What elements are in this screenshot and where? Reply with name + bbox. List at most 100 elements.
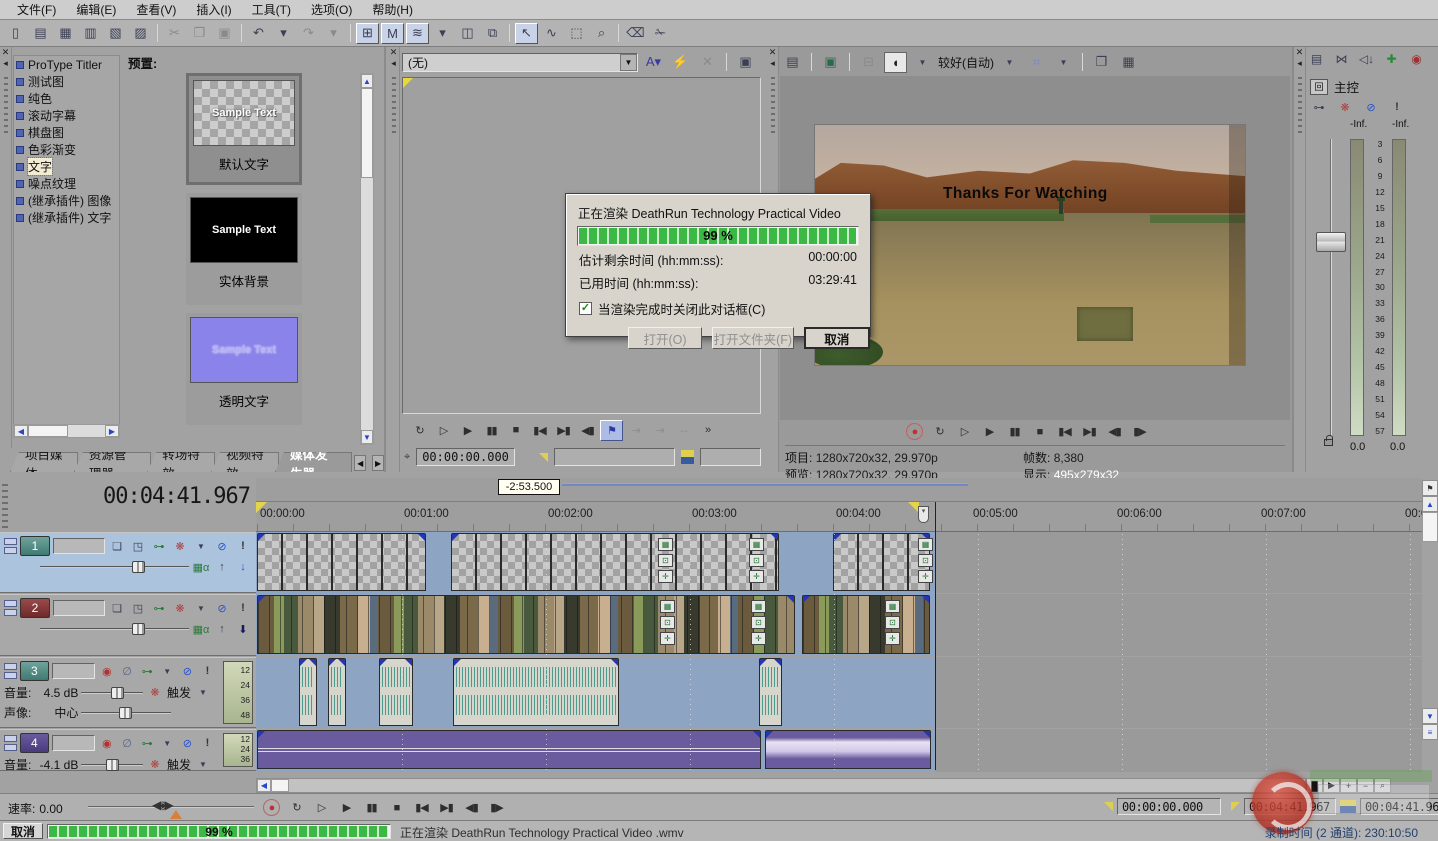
close-icon[interactable]: ✕ <box>767 47 778 58</box>
step-1-icon[interactable]: ⇥ <box>624 420 647 441</box>
copy-icon[interactable]: ❐ <box>188 23 211 44</box>
loop-playback-icon[interactable]: ↻ <box>928 421 951 442</box>
composite-level-slider[interactable] <box>40 560 189 574</box>
chevron-down-icon[interactable]: ▼ <box>192 538 210 554</box>
edit-details-icon[interactable]: ▨ <box>129 23 152 44</box>
chevron-down-icon[interactable]: ▼ <box>159 663 176 679</box>
zoom-edit-tool-icon[interactable]: ⌕ <box>590 23 613 44</box>
cancel-render-button[interactable]: 取消 <box>3 823 43 839</box>
plugin-icon[interactable]: ✛ <box>749 570 764 583</box>
generator-item-8[interactable]: (继承插件) 图像 <box>14 192 119 209</box>
track-fx-icon[interactable]: ⊶ <box>139 663 156 679</box>
timeline-clip[interactable]: ▦⊡✛ <box>833 533 930 591</box>
collapse-icon[interactable]: ◂ <box>0 58 11 69</box>
loop-start-marker[interactable] <box>256 502 267 513</box>
preset-item-2[interactable]: Sample Text透明文字 <box>186 313 302 425</box>
alpha-film-icon[interactable]: ▦α <box>192 621 210 637</box>
previous-frame-icon[interactable]: ◀▮ <box>1103 421 1126 442</box>
timeline-clip[interactable] <box>257 533 426 591</box>
scroll-right-icon[interactable]: ▶ <box>1323 778 1340 793</box>
pause-icon[interactable]: ▮▮ <box>1003 421 1026 442</box>
plugin-icon[interactable]: ✛ <box>660 632 675 645</box>
loop-playback-icon[interactable]: ↻ <box>408 420 431 441</box>
timeline-content[interactable]: -2:53.500 00:00:0000:01:0000:02:0000:03:… <box>256 478 1422 772</box>
insert-fx-icon[interactable]: ⊶ <box>1310 99 1328 115</box>
zoom-out-icon[interactable]: − <box>1357 778 1374 793</box>
track-header-2[interactable]: 2 ❏ ◳ ⊶ ❋ ▼ ⊘ ! ▦α ↑ ⬇ <box>0 594 256 656</box>
generator-list-hscrollbar[interactable]: ◀ ▶ <box>13 424 120 438</box>
film-icon[interactable]: ▦ <box>885 600 900 613</box>
timeline-clip[interactable] <box>765 730 931 769</box>
preview-quality-icon[interactable]: ◖ <box>884 52 907 73</box>
collapse-icon[interactable]: ◂ <box>388 58 399 69</box>
animate-icon[interactable]: A▾ <box>642 52 665 73</box>
stop-icon[interactable]: ■ <box>504 420 527 441</box>
go-to-start-icon[interactable]: ▮◀ <box>410 797 433 818</box>
render-as-icon[interactable]: ▧ <box>104 23 127 44</box>
rate-slider-handle[interactable]: ◀◈▶ <box>152 798 171 812</box>
next-frame-icon[interactable]: ▮▶ <box>485 797 508 818</box>
preset-item-0[interactable]: Sample Text默认文字 <box>186 73 302 185</box>
chevron-down-icon[interactable]: ▼ <box>194 685 212 701</box>
fx-field-empty-1[interactable] <box>554 448 675 466</box>
edge-trim-icon[interactable]: ▐▌ <box>1306 778 1323 793</box>
phase-invert-icon[interactable]: ∅ <box>118 735 135 751</box>
film-icon[interactable]: ▦ <box>918 538 933 551</box>
master-bus-header[interactable]: 回 主控 <box>1310 77 1359 96</box>
record-bus-icon[interactable]: ◉ <box>1407 50 1426 68</box>
track-lane-4[interactable] <box>256 729 1422 771</box>
step-2-icon[interactable]: ⇥ <box>648 420 671 441</box>
selection-edit-tool-icon[interactable]: ⬚ <box>565 23 588 44</box>
timeline-marker-pin[interactable]: ▾ <box>918 506 929 523</box>
scroll-thumb[interactable] <box>28 425 68 437</box>
preset-vscrollbar[interactable]: ▲ ▼ <box>360 73 374 445</box>
open-folder-button[interactable]: 打开文件夹(F) <box>712 327 794 349</box>
selection-length-time[interactable]: 00:04:41.967 <box>1360 798 1438 815</box>
fx-field-empty-2[interactable] <box>700 448 761 466</box>
tab-媒体发生器[interactable]: 媒体发生器 <box>275 452 352 472</box>
go-to-start-icon[interactable]: ▮◀ <box>528 420 551 441</box>
volume-slider[interactable] <box>81 686 143 700</box>
marker-tool-icon[interactable]: ⚑ <box>1422 480 1438 496</box>
redo-icon[interactable]: ↷ <box>297 23 320 44</box>
play-icon[interactable]: ▶ <box>456 420 479 441</box>
film-icon[interactable]: ▦ <box>751 600 766 613</box>
track-name-input[interactable] <box>53 538 105 554</box>
track-header-4[interactable]: 4 ◉ ∅ ⊶ ▼ ⊘ ! 音量: -4.1 dB ❋ 触发 ▼ 1224364… <box>0 729 256 771</box>
tab-转场特效[interactable]: 转场特效 <box>147 452 215 472</box>
dialog-cancel-button[interactable]: 取消 <box>804 327 870 349</box>
close-icon[interactable]: ✕ <box>1294 47 1305 58</box>
marker-bar[interactable] <box>256 478 1422 502</box>
track-number-badge[interactable]: 4 <box>20 733 49 753</box>
track-header-3[interactable]: 3 ◉ ∅ ⊶ ▼ ⊘ ! 音量: 4.5 dB ❋ 触发 ▼ 声像: 中心 <box>0 657 256 728</box>
chevron-down-icon[interactable]: ▼ <box>194 757 212 773</box>
track-lane-3[interactable] <box>256 657 1422 728</box>
loop-playback-icon[interactable]: ↻ <box>285 797 308 818</box>
keyframe-marker[interactable] <box>403 78 413 88</box>
undo-icon[interactable]: ↶ <box>247 23 270 44</box>
split-tool-icon[interactable]: ✁ <box>649 23 672 44</box>
generator-item-5[interactable]: 色彩渐变 <box>14 141 119 158</box>
project-properties-icon[interactable]: ▥ <box>79 23 102 44</box>
sync-cursor-icon[interactable]: ⚑ <box>600 420 623 441</box>
arm-record-icon[interactable]: ◉ <box>98 735 115 751</box>
track-minimize-icons[interactable] <box>4 735 17 751</box>
plugin-icon[interactable]: ✚ <box>1382 50 1401 68</box>
drag-handle[interactable] <box>2 480 8 528</box>
normal-edit-tool-icon[interactable]: ↖ <box>515 23 538 44</box>
play-icon[interactable]: ▶ <box>335 797 358 818</box>
volume-value[interactable]: 4.5 dB <box>34 686 78 700</box>
scroll-thumb[interactable] <box>361 88 373 178</box>
paste-icon[interactable]: ▣ <box>213 23 236 44</box>
stop-icon[interactable]: ■ <box>385 797 408 818</box>
previous-frame-icon[interactable]: ◀▮ <box>576 420 599 441</box>
cut-icon[interactable]: ✂ <box>163 23 186 44</box>
chevron-down-icon[interactable]: ▼ <box>998 52 1021 73</box>
chevron-down-icon[interactable]: ▼ <box>159 735 176 751</box>
track-minimize-icons[interactable] <box>4 663 17 679</box>
scroll-left-icon[interactable]: ◀ <box>257 779 271 792</box>
go-to-start-icon[interactable]: ▮◀ <box>1053 421 1076 442</box>
play-from-start-icon[interactable]: ▷ <box>310 797 333 818</box>
timeline-clip[interactable]: ▦⊡✛ <box>802 595 930 654</box>
pan-value[interactable]: 中心 <box>34 704 78 721</box>
